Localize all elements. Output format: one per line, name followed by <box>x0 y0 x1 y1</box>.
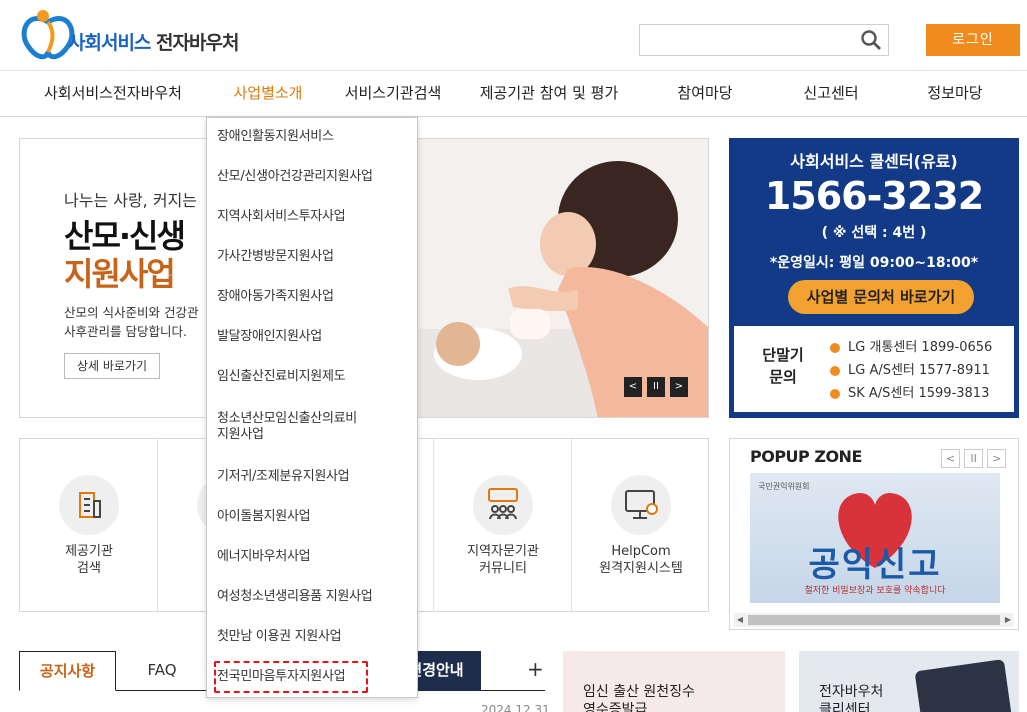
popup-prev-button[interactable]: < <box>941 449 960 468</box>
quick-icon-bg <box>473 475 533 535</box>
site-header: 사회서비스 전자바우처 로그인 <box>0 0 1027 70</box>
quick-label: 제공기관 검색 <box>65 544 113 576</box>
popup-next-button[interactable]: > <box>987 449 1007 468</box>
popup-image-caption: 철저한 비밀보장과 보호를 약속합니다 <box>804 586 946 596</box>
quick-item-helpcom[interactable]: HelpCom 원격지원시스템 <box>572 439 710 611</box>
popup-pause-button[interactable]: II <box>964 449 984 468</box>
tab-faq[interactable]: FAQ <box>116 651 208 691</box>
terminal-device-icon <box>914 659 1014 712</box>
business-dropdown-menu: 장애인활동지원서비스 산모/신생아건강관리지원사업 지역사회서비스투자사업 가사… <box>206 117 418 698</box>
banner-next-button[interactable]: > <box>670 377 688 397</box>
more-plus-button[interactable]: + <box>527 657 544 681</box>
call-center-title: 사회서비스 콜센터(유료) <box>790 152 958 171</box>
notice-date: 2024.12.31 <box>481 703 550 712</box>
search-input[interactable] <box>639 24 889 56</box>
call-line-sk-as: SK A/S센터 1599-3813 <box>830 382 989 401</box>
quick-icon-bg <box>59 475 119 535</box>
nav-item-agency-search[interactable]: 서비스기관검색 <box>334 71 452 116</box>
nav-item-participation[interactable]: 참여마당 <box>660 71 750 116</box>
call-center-panel: 사회서비스 콜센터(유료) 1566-3232 ( ※ 선택 : 4번 ) *운… <box>729 138 1019 418</box>
call-center-hours: *운영일시: 평일 09:00~18:00* <box>769 255 979 271</box>
scroll-left-icon[interactable]: ◀ <box>734 613 746 627</box>
nav-item-business[interactable]: 사업별소개 <box>214 71 322 116</box>
quick-icon-bg <box>611 475 671 535</box>
building-icon <box>79 492 101 518</box>
dropdown-item[interactable]: 가사간병방문지원사업 <box>217 249 334 265</box>
tab-notice[interactable]: 공지사항 <box>19 651 116 691</box>
scroll-right-icon[interactable]: ▶ <box>1002 613 1014 627</box>
community-icon <box>488 488 518 520</box>
bullet-icon <box>830 365 840 376</box>
call-center-number: 1566-3232 <box>764 174 984 218</box>
dropdown-item[interactable]: 임신출산진료비지원제도 <box>217 369 346 385</box>
dropdown-item[interactable]: 에너지바우처사업 <box>217 549 311 565</box>
nav-item-voucher[interactable]: 사회서비스전자바우처 <box>28 71 198 116</box>
dropdown-item[interactable]: 지역사회서비스투자사업 <box>217 209 346 225</box>
logo-text[interactable]: 사회서비스 전자바우처 <box>68 28 239 55</box>
popup-scrollbar[interactable]: ◀ ▶ <box>734 613 1014 627</box>
dropdown-item[interactable]: 장애인활동지원서비스 <box>217 129 334 145</box>
dropdown-item[interactable]: 장애아동가족지원사업 <box>217 289 334 305</box>
promo-card-center[interactable]: 전자바우처 클리센터 <box>799 651 1019 712</box>
nav-item-evaluation[interactable]: 제공기관 참여 및 평가 <box>468 71 630 116</box>
quick-item-community[interactable]: 지역자문기관 커뮤니티 <box>434 439 572 611</box>
nav-item-info[interactable]: 정보마당 <box>910 71 1000 116</box>
promo-card-receipt[interactable]: 임신 출산 원천징수 영수증발급 <box>563 651 785 712</box>
banner-title-line2: 지원사업 <box>64 255 176 293</box>
dropdown-item[interactable]: 아이돌봄지원사업 <box>217 509 311 525</box>
main-nav: 사회서비스전자바우처 사업별소개 서비스기관검색 제공기관 참여 및 평가 참여… <box>0 70 1027 117</box>
mother-baby-photo <box>418 139 708 417</box>
popup-controls: < II > <box>941 447 1007 468</box>
scroll-thumb[interactable] <box>748 615 1000 625</box>
banner-more-button[interactable]: 상세 바로가기 <box>64 353 160 379</box>
call-line-lg-as: LG A/S센터 1577-8911 <box>830 359 990 378</box>
popup-image-logo: 국민권익위원회 <box>758 482 810 491</box>
dropdown-item[interactable]: 여성청소년생리용품 지원사업 <box>217 589 373 605</box>
terminal-inquiry-label: 단말기 문의 <box>762 346 804 386</box>
banner-pause-button[interactable]: II <box>647 377 665 397</box>
promo-card-text: 임신 출산 원천징수 영수증발급 <box>583 684 695 712</box>
popup-image-title: 공익신고 <box>808 545 942 585</box>
bullet-icon <box>830 388 840 399</box>
login-button[interactable]: 로그인 <box>926 24 1020 56</box>
dropdown-item[interactable]: 발달장애인지원사업 <box>217 329 322 345</box>
logo-text-part2: 전자바우처 <box>156 32 239 54</box>
quick-item-agency-search[interactable]: 제공기관 검색 <box>20 439 158 611</box>
popup-zone: POPUP ZONE < II > 국민권익위원회 공익신고 철저한 비밀보장과… <box>729 438 1019 630</box>
call-line-lg-open: LG 개통센터 1899-0656 <box>830 336 992 355</box>
monitor-icon <box>625 490 658 519</box>
popup-zone-title: POPUP ZONE <box>750 447 862 466</box>
logo-text-part1: 사회서비스 <box>68 32 151 54</box>
call-line-text: LG A/S센터 1577-8911 <box>848 363 990 378</box>
quick-label: 지역자문기관 커뮤니티 <box>467 544 539 576</box>
call-line-text: LG 개통센터 1899-0656 <box>848 340 993 355</box>
dropdown-item[interactable]: 산모/신생아건강관리지원사업 <box>217 169 373 185</box>
public-report-banner[interactable]: 국민권익위원회 공익신고 철저한 비밀보장과 보호를 약속합니다 <box>750 473 1000 603</box>
inquiry-shortcut-button[interactable]: 사업별 문의처 바로가기 <box>788 280 974 314</box>
banner-subtitle: 나누는 사랑, 커지는 <box>64 191 198 210</box>
search-icon[interactable] <box>860 29 882 51</box>
dropdown-item[interactable]: 기저귀/조제분유지원사업 <box>217 469 350 485</box>
bullet-icon <box>830 342 840 353</box>
call-center-selection: ( ※ 선택 : 4번 ) <box>821 225 927 241</box>
dropdown-item[interactable]: 청소년산모임신출산의료비 지원사업 <box>217 411 357 443</box>
quick-label: HelpCom 원격지원시스템 <box>599 544 683 576</box>
terminal-inquiry-box: 단말기 문의 LG 개통센터 1899-0656 LG A/S센터 1577-8… <box>734 326 1014 412</box>
dropdown-item-mental-health[interactable]: 전국민마음투자지원사업 <box>217 669 346 685</box>
promo-card-text: 전자바우처 클리센터 <box>819 684 884 712</box>
banner-prev-button[interactable]: < <box>624 377 642 397</box>
dropdown-item[interactable]: 첫만남 이용권 지원사업 <box>217 629 342 645</box>
call-line-text: SK A/S센터 1599-3813 <box>848 386 990 401</box>
nav-item-report[interactable]: 신고센터 <box>786 71 876 116</box>
